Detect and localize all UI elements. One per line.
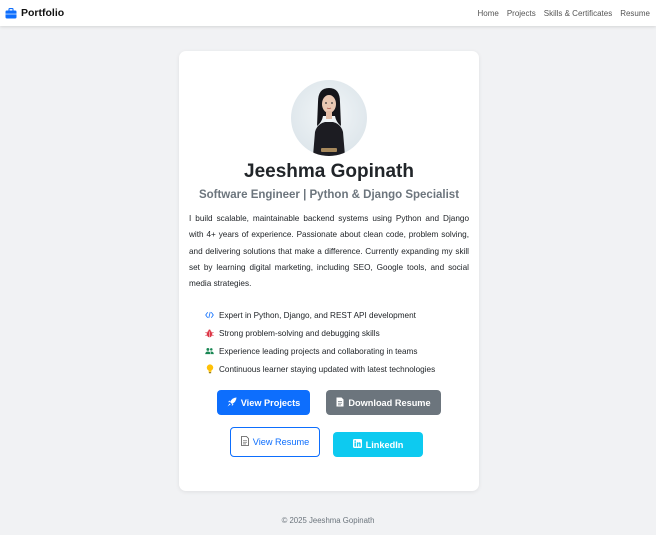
nav-link-home[interactable]: Home (477, 9, 498, 18)
highlight-item: Continuous learner staying updated with … (205, 360, 465, 378)
navbar: Portfolio Home Projects Skills & Certifi… (0, 0, 656, 26)
highlight-text: Experience leading projects and collabor… (219, 346, 418, 356)
document-icon (336, 397, 344, 409)
navbar-brand[interactable]: Portfolio (5, 7, 64, 19)
nav-link-resume[interactable]: Resume (620, 9, 650, 18)
download-resume-button[interactable]: Download Resume (326, 390, 441, 415)
avatar (291, 80, 367, 156)
highlight-text: Expert in Python, Django, and REST API d… (219, 310, 416, 320)
highlight-item: Experience leading projects and collabor… (205, 342, 465, 360)
code-icon (205, 311, 214, 320)
people-icon (205, 347, 214, 356)
highlight-text: Strong problem-solving and debugging ski… (219, 328, 380, 338)
view-projects-button[interactable]: View Projects (217, 390, 310, 415)
bug-icon (205, 329, 214, 338)
linkedin-button[interactable]: LinkedIn (333, 432, 423, 457)
lightbulb-icon (205, 364, 214, 374)
highlight-item: Expert in Python, Django, and REST API d… (205, 306, 465, 324)
nav-link-projects[interactable]: Projects (507, 9, 536, 18)
footer: © 2025 Jeeshma Gopinath (281, 516, 375, 525)
nav-links: Home Projects Skills & Certificates Resu… (477, 9, 650, 18)
briefcase-icon (5, 7, 17, 19)
download-resume-label: Download Resume (348, 397, 431, 408)
linkedin-label: LinkedIn (365, 439, 404, 450)
profile-card: Jeeshma Gopinath Software Engineer | Pyt… (179, 51, 479, 491)
view-resume-label: View Resume (252, 437, 310, 447)
view-projects-label: View Projects (240, 397, 301, 408)
profile-name: Jeeshma Gopinath (244, 161, 414, 182)
highlight-text: Continuous learner staying updated with … (219, 364, 436, 374)
highlight-item: Strong problem-solving and debugging ski… (205, 324, 465, 342)
document-icon (240, 436, 249, 448)
linkedin-icon (352, 439, 362, 450)
view-resume-button[interactable]: View Resume (230, 427, 320, 457)
profile-bio: I build scalable, maintainable backend s… (189, 214, 469, 289)
highlights-list: Expert in Python, Django, and REST API d… (205, 306, 465, 378)
profile-title: Software Engineer | Python & Django Spec… (198, 189, 460, 201)
brand-label: Portfolio (21, 7, 65, 19)
nav-link-skills-certificates[interactable]: Skills & Certificates (544, 9, 612, 18)
rocket-icon (227, 397, 237, 409)
